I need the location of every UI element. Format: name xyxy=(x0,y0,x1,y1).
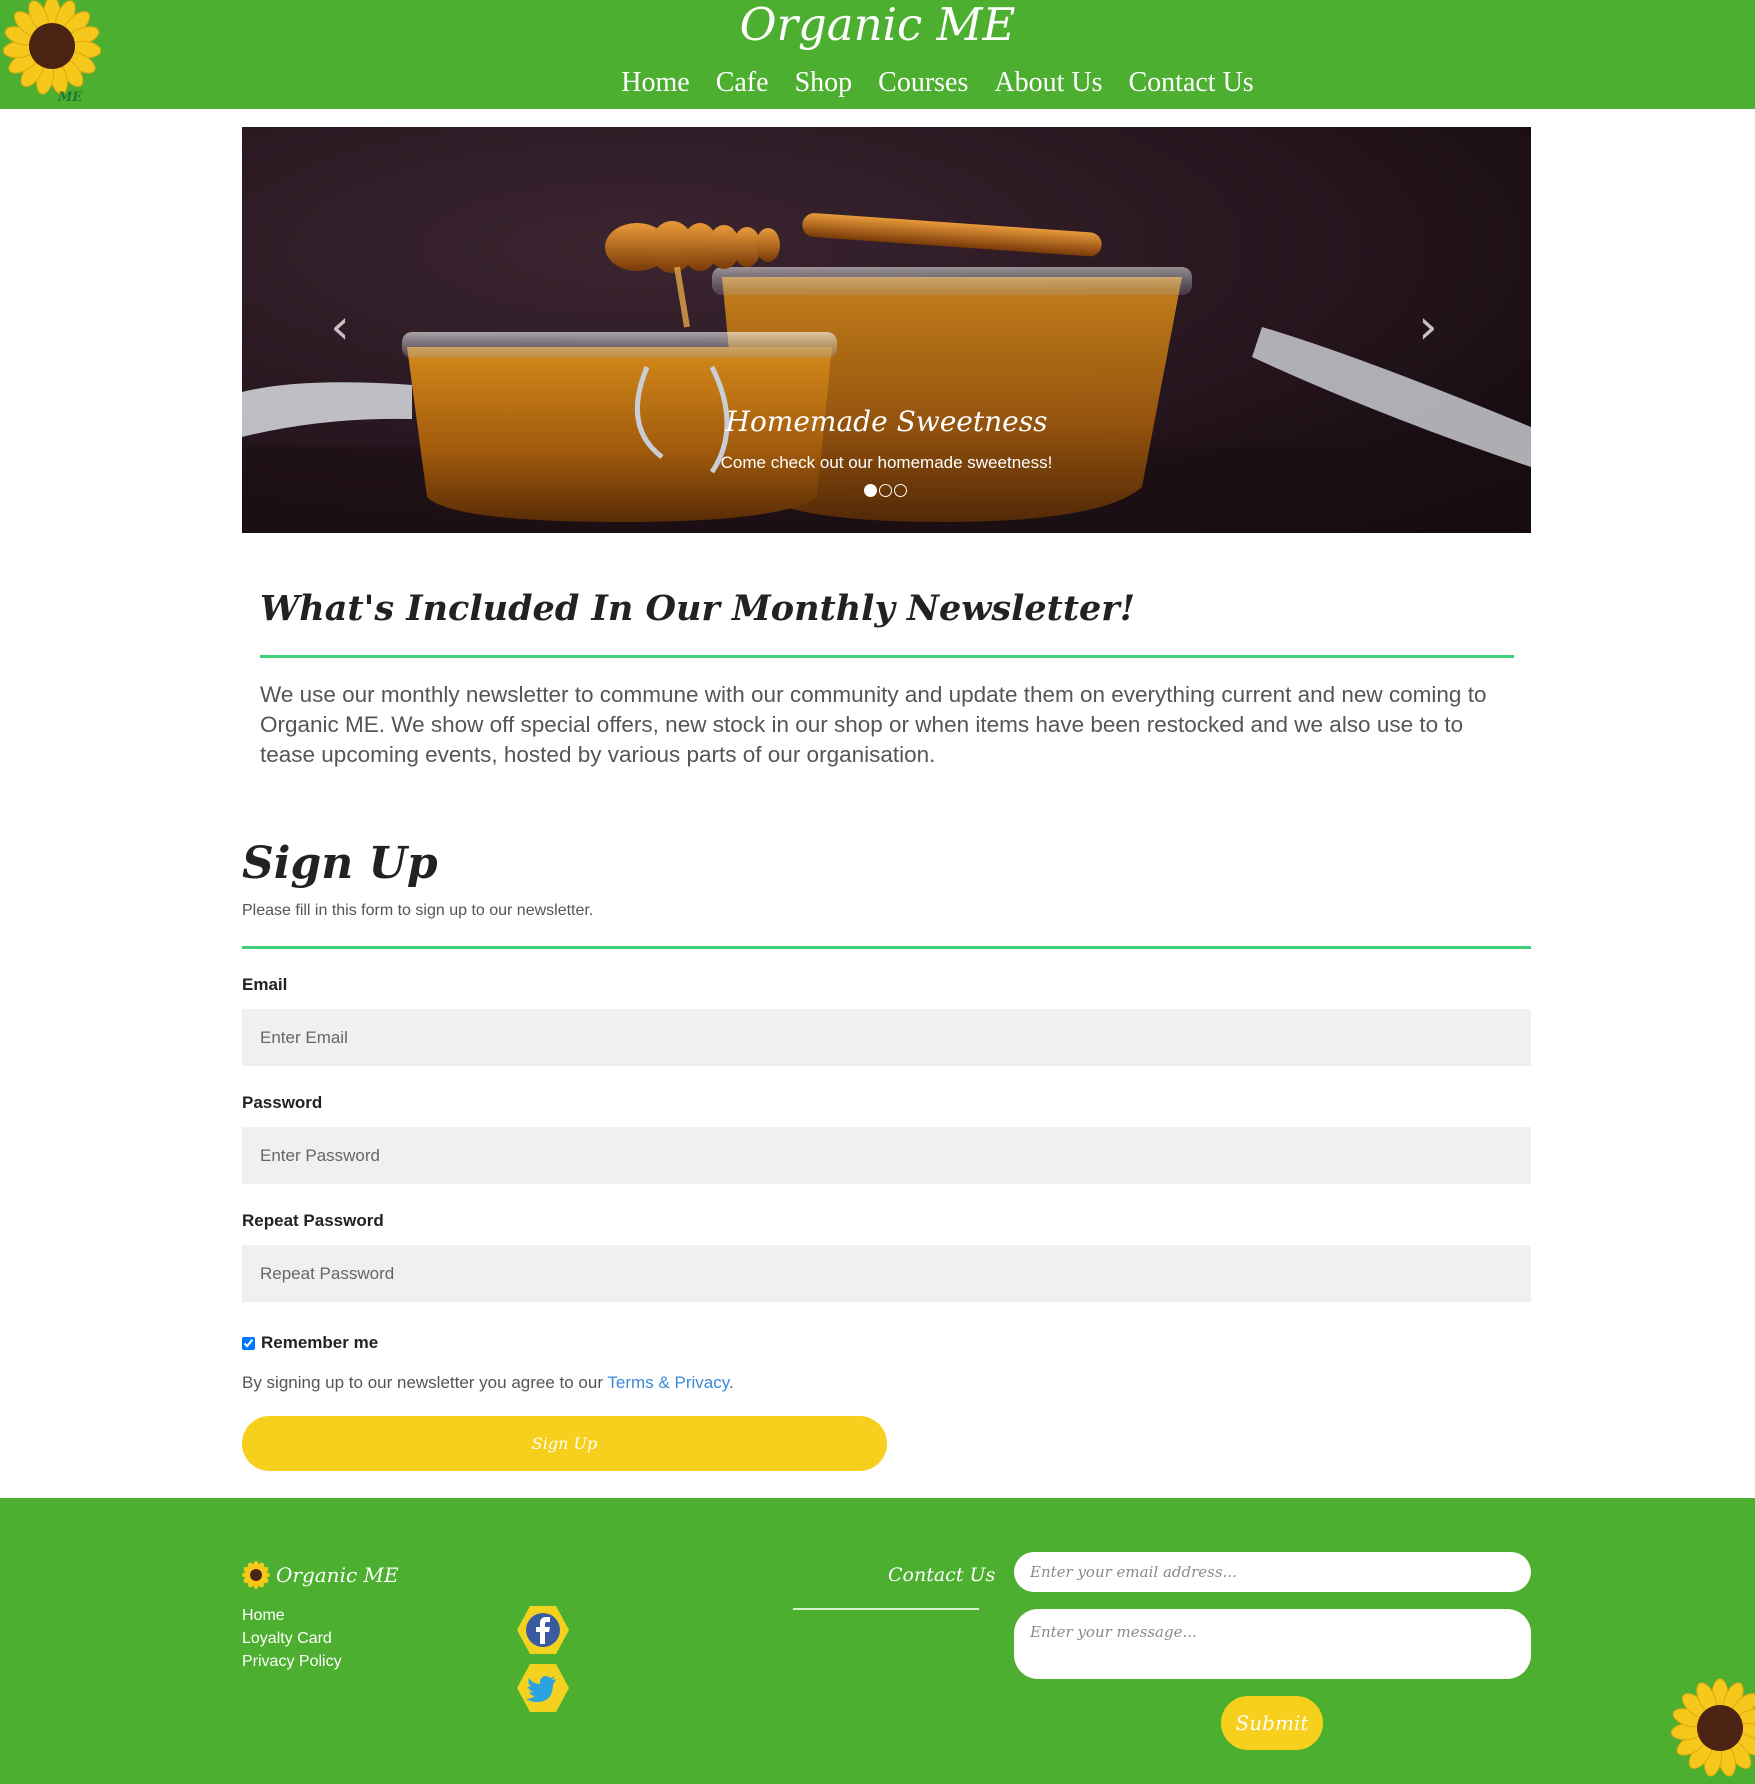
terms-prefix: By signing up to our newsletter you agre… xyxy=(242,1373,608,1392)
remember-me-label: Remember me xyxy=(261,1333,379,1352)
repeat-password-label: Repeat Password xyxy=(242,1211,384,1230)
email-label: Email xyxy=(242,975,288,994)
footer-contact-title: Contact Us xyxy=(888,1564,996,1586)
footer-link-home[interactable]: Home xyxy=(242,1604,342,1627)
site-footer: Organic ME Home Loyalty Card Privacy Pol… xyxy=(0,1498,1755,1784)
footer-brand-name: Organic ME xyxy=(276,1563,399,1587)
terms-privacy-link[interactable]: Terms & Privacy xyxy=(607,1373,729,1392)
remember-me: Remember me xyxy=(242,1333,378,1353)
footer-contact-divider xyxy=(793,1608,979,1610)
site-header: ME Organic ME Home Cafe Shop Courses Abo… xyxy=(0,0,1755,109)
nav-contact-us[interactable]: Contact Us xyxy=(1129,63,1254,103)
footer-submit-button[interactable]: Submit xyxy=(1221,1696,1323,1750)
newsletter-divider xyxy=(260,655,1514,658)
repeat-password-field[interactable] xyxy=(242,1245,1531,1302)
password-label: Password xyxy=(242,1093,323,1112)
signup-title: Sign Up xyxy=(242,838,438,889)
nav-cafe[interactable]: Cafe xyxy=(716,63,769,103)
carousel-prev-button[interactable]: ‹ xyxy=(325,303,355,351)
carousel-next-button[interactable]: › xyxy=(1413,303,1443,351)
hero-carousel: ‹ › Homemade Sweetness Come check out ou… xyxy=(242,127,1531,533)
sunflower-icon xyxy=(242,1561,270,1589)
remember-me-checkbox[interactable] xyxy=(242,1336,255,1350)
nav-courses[interactable]: Courses xyxy=(878,63,968,103)
terms-suffix: . xyxy=(728,1373,734,1392)
carousel-caption-text: Come check out our homemade sweetness! xyxy=(720,453,1053,472)
carousel-indicator-3[interactable] xyxy=(894,484,907,497)
signup-subtitle: Please fill in this form to sign up to o… xyxy=(242,902,594,919)
footer-links: Home Loyalty Card Privacy Policy xyxy=(242,1604,342,1673)
terms-notice: By signing up to our newsletter you agre… xyxy=(242,1373,734,1393)
site-title: Organic ME xyxy=(739,0,1016,51)
nav-shop[interactable]: Shop xyxy=(795,63,853,103)
email-field[interactable] xyxy=(242,1009,1531,1066)
carousel-caption-title: Homemade Sweetness xyxy=(725,405,1048,438)
newsletter-heading: What's Included In Our Monthly Newslette… xyxy=(260,588,1136,629)
nav-about-us[interactable]: About Us xyxy=(994,63,1102,103)
footer-link-privacy-policy[interactable]: Privacy Policy xyxy=(242,1650,342,1673)
twitter-icon[interactable] xyxy=(517,1662,569,1714)
password-field[interactable] xyxy=(242,1127,1531,1184)
signup-button[interactable]: Sign Up xyxy=(242,1416,887,1471)
nav-home[interactable]: Home xyxy=(621,63,689,103)
footer-brand: Organic ME xyxy=(242,1561,399,1589)
carousel-indicator-2[interactable] xyxy=(879,484,892,497)
main-nav: Home Cafe Shop Courses About Us Contact … xyxy=(0,63,1755,103)
footer-link-loyalty-card[interactable]: Loyalty Card xyxy=(242,1627,342,1650)
sunflower-decoration xyxy=(1670,1678,1755,1777)
footer-message-input[interactable] xyxy=(1014,1609,1531,1679)
newsletter-description: We use our monthly newsletter to commune… xyxy=(260,682,1487,767)
footer-email-input[interactable] xyxy=(1014,1552,1531,1592)
carousel-indicators xyxy=(864,484,907,497)
signup-divider xyxy=(242,946,1531,949)
facebook-icon[interactable] xyxy=(517,1604,569,1656)
carousel-indicator-1[interactable] xyxy=(864,484,877,497)
